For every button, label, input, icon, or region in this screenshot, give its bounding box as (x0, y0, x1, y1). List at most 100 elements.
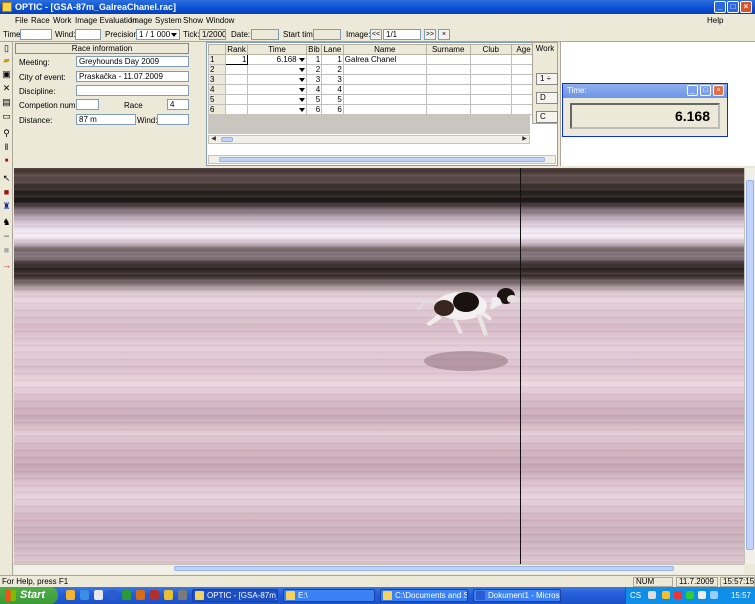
menu-window[interactable]: Window (206, 16, 234, 25)
club-cell[interactable] (469, 84, 513, 95)
scrollbar-thumb[interactable] (746, 180, 754, 550)
name-cell[interactable] (342, 64, 427, 75)
rank-cell[interactable] (224, 104, 249, 115)
tool-icon[interactable] (178, 590, 187, 600)
tray-icon-4[interactable] (698, 591, 706, 599)
tray-icon-1[interactable] (662, 591, 670, 599)
race-wind-field[interactable] (157, 114, 189, 125)
table-row[interactable]: 2 2 2 (208, 64, 536, 75)
rank-cell[interactable] (224, 64, 249, 75)
col-header-surname[interactable]: Surname (425, 44, 471, 55)
explorer-icon[interactable] (66, 590, 75, 600)
text-icon[interactable]: ▬ (1, 231, 12, 242)
menu-race[interactable]: Race (31, 16, 50, 25)
time-window[interactable]: Time: _ □ × 6.168 (562, 83, 728, 137)
rank-cell[interactable] (224, 84, 249, 95)
chevron-down-icon[interactable] (298, 97, 305, 102)
lane-cell[interactable]: 1 (321, 54, 344, 65)
language-indicator[interactable]: CS (630, 591, 641, 600)
table-row[interactable]: 1 1 6.168 1 1 Galrea Chanel (208, 54, 536, 65)
chevron-down-icon[interactable] (298, 87, 305, 92)
finish-line-image[interactable] (14, 168, 744, 564)
distance-field[interactable]: 87 m (76, 114, 136, 125)
name-cell[interactable] (342, 94, 427, 105)
word-icon[interactable] (108, 590, 117, 600)
dog-icon[interactable]: ♞ (1, 217, 12, 228)
zoom-icon[interactable]: ⚲ (1, 128, 12, 139)
tray-icon-3[interactable] (686, 591, 694, 599)
work-button-d[interactable]: D (536, 92, 558, 104)
lane-cell[interactable]: 2 (321, 64, 344, 75)
task-documents[interactable]: C:\Documents and Se... (380, 589, 468, 602)
chevron-down-icon[interactable] (298, 107, 305, 112)
access-icon[interactable] (150, 590, 159, 600)
race-field[interactable]: 4 (167, 99, 189, 110)
table-row[interactable]: 4 4 4 (208, 84, 536, 95)
rank-cell[interactable] (224, 74, 249, 85)
surname-cell[interactable] (425, 84, 471, 95)
table-row[interactable]: 3 3 3 (208, 74, 536, 85)
time-cell[interactable] (247, 74, 307, 85)
table-row[interactable]: 6 6 6 (208, 104, 536, 115)
menu-system[interactable]: System (155, 16, 182, 25)
new-file-icon[interactable]: ▯ (1, 43, 12, 54)
wind-field[interactable] (75, 29, 101, 40)
image-number-field[interactable]: 1/1 (383, 29, 421, 40)
start-button[interactable]: Start (0, 587, 58, 604)
menu-file[interactable]: File (15, 16, 28, 25)
task-word[interactable]: Dokument1 - Microsof... (473, 589, 561, 602)
task-optic[interactable]: OPTIC - [GSA-87m_G... (192, 589, 278, 602)
name-cell[interactable] (342, 84, 427, 95)
powerpoint-icon[interactable] (136, 590, 145, 600)
print-icon[interactable]: ▤ (1, 97, 12, 108)
close-icon[interactable]: × (713, 85, 724, 96)
minimize-button[interactable]: _ (714, 1, 726, 13)
volume-icon[interactable] (710, 591, 718, 599)
lane-cell[interactable]: 4 (321, 84, 344, 95)
col-header-bib[interactable]: Bib (305, 44, 323, 55)
col-header-rank[interactable]: Rank (224, 44, 249, 55)
scroll-left-icon[interactable]: ◀ (209, 136, 218, 143)
menu-show[interactable]: Show (183, 16, 203, 25)
scrollbar-thumb[interactable] (219, 157, 545, 162)
lane-cell[interactable]: 5 (321, 94, 344, 105)
time-cursor-line[interactable] (520, 168, 521, 564)
time-field[interactable] (20, 29, 52, 40)
col-header-lane[interactable]: Lane (321, 44, 344, 55)
delete-icon[interactable]: ✕ (1, 83, 12, 94)
time-cell[interactable] (247, 104, 307, 115)
precision-select[interactable]: 1 / 1 000 (136, 29, 180, 40)
arrow-icon[interactable]: → (1, 260, 12, 271)
image-next-button[interactable]: >> (424, 29, 436, 40)
discipline-field[interactable] (76, 85, 189, 96)
time-cell[interactable]: 6.168 (247, 54, 307, 65)
image-close-button[interactable]: × (438, 29, 450, 40)
surname-cell[interactable] (425, 104, 471, 115)
bib-cell[interactable]: 5 (305, 94, 323, 105)
chevron-down-icon[interactable] (298, 77, 305, 82)
scroll-right-icon[interactable]: ▶ (520, 136, 529, 143)
chevron-down-icon[interactable] (298, 67, 305, 72)
app-icon[interactable] (94, 590, 103, 600)
maximize-button[interactable]: □ (727, 1, 739, 13)
open-folder-icon[interactable]: ▰ (1, 55, 12, 66)
grid-horizontal-scrollbar[interactable]: ◀ ▶ (208, 135, 530, 144)
chevron-down-icon[interactable] (298, 57, 305, 62)
browser-icon[interactable] (80, 590, 89, 600)
time-cell[interactable] (247, 94, 307, 105)
close-button[interactable]: × (740, 1, 752, 13)
col-header-club[interactable]: Club (469, 44, 513, 55)
club-cell[interactable] (469, 54, 513, 65)
bib-cell[interactable]: 3 (305, 74, 323, 85)
stop-icon[interactable]: ■ (1, 187, 12, 198)
work-button-c[interactable]: C (536, 111, 558, 123)
image-horizontal-scrollbar[interactable] (14, 564, 744, 574)
club-cell[interactable] (469, 104, 513, 115)
surname-cell[interactable] (425, 94, 471, 105)
menu-image-evaluation[interactable]: Image Evaluation (75, 16, 137, 25)
club-cell[interactable] (469, 74, 513, 85)
pointer-icon[interactable]: ↖ (1, 173, 12, 184)
col-header-name[interactable]: Name (342, 44, 427, 55)
lane-cell[interactable]: 3 (321, 74, 344, 85)
bib-cell[interactable]: 6 (305, 104, 323, 115)
